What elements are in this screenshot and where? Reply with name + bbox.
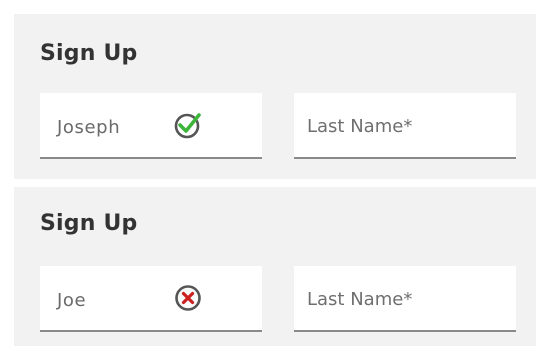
last-name-placeholder: Last Name* (307, 289, 413, 310)
first-name-value: Joseph (57, 117, 121, 138)
x-circle-icon (175, 285, 201, 311)
form-title: Sign Up (40, 211, 138, 236)
first-name-field[interactable]: Joe (40, 266, 262, 332)
check-circle-icon (174, 113, 201, 139)
form-title: Sign Up (40, 41, 138, 66)
last-name-field[interactable]: Last Name* (294, 93, 516, 159)
last-name-placeholder: Last Name* (307, 116, 413, 137)
first-name-field[interactable]: Joseph (40, 93, 262, 159)
first-name-value: Joe (57, 290, 87, 311)
signup-card-valid: Sign Up Joseph Last Name* (14, 14, 536, 179)
signup-card-invalid: Sign Up Joe Last Name* (14, 187, 536, 346)
last-name-field[interactable]: Last Name* (294, 266, 516, 332)
signup-examples: Sign Up Joseph Last Name* Sign Up Joe La… (0, 0, 550, 352)
